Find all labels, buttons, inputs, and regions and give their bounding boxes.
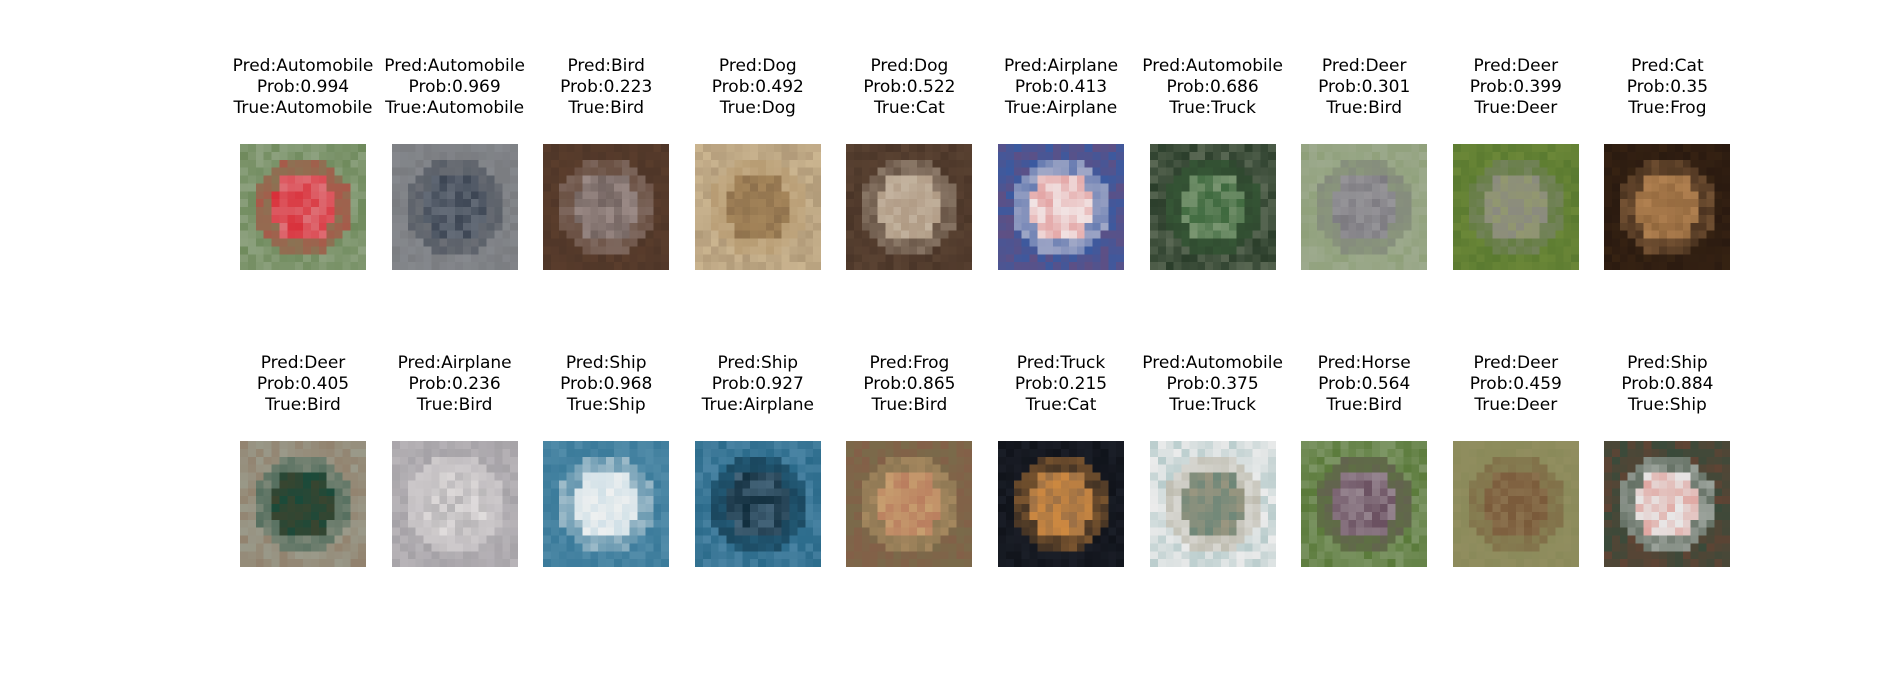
sailboat-photo xyxy=(543,441,670,567)
deer-in-grass-photo xyxy=(1452,144,1579,270)
motorboat-photo xyxy=(1604,441,1731,567)
prediction-caption: Pred:Cat Prob:0.35 True:Frog xyxy=(1564,56,1770,119)
red-car-photo xyxy=(240,144,366,270)
sparrow-photo xyxy=(846,441,973,567)
seaplanes-photo xyxy=(694,441,821,567)
ostrich-head-photo xyxy=(543,144,670,270)
true-label: True:Frog xyxy=(1628,98,1707,118)
frog-dark-photo xyxy=(1604,144,1731,270)
emu-photo xyxy=(1301,144,1428,270)
heron-photo xyxy=(391,441,518,567)
orange-cat-photo xyxy=(998,441,1124,567)
prediction-grid: Pred:Automobile Prob:0.994 True:Automobile… xyxy=(0,0,1900,700)
prediction-caption: Pred:Ship Prob:0.884 True:Ship xyxy=(1564,353,1770,416)
dog-paws-photo xyxy=(694,144,821,270)
probability-label: Prob:0.35 xyxy=(1626,77,1709,97)
ostrich-photo xyxy=(1301,441,1428,567)
stunt-plane-photo xyxy=(998,144,1124,270)
true-label: True:Ship xyxy=(1627,395,1707,415)
toy-truck-photo xyxy=(1149,441,1276,567)
probability-label: Prob:0.884 xyxy=(1621,374,1714,394)
cat-photo xyxy=(846,144,973,270)
pheasant-photo xyxy=(240,441,366,567)
stag-photo xyxy=(1452,441,1579,567)
predicted-label: Pred:Ship xyxy=(1627,353,1708,373)
gray-car-photo xyxy=(391,144,518,270)
green-truck-photo xyxy=(1149,144,1276,270)
predicted-label: Pred:Cat xyxy=(1631,56,1704,76)
